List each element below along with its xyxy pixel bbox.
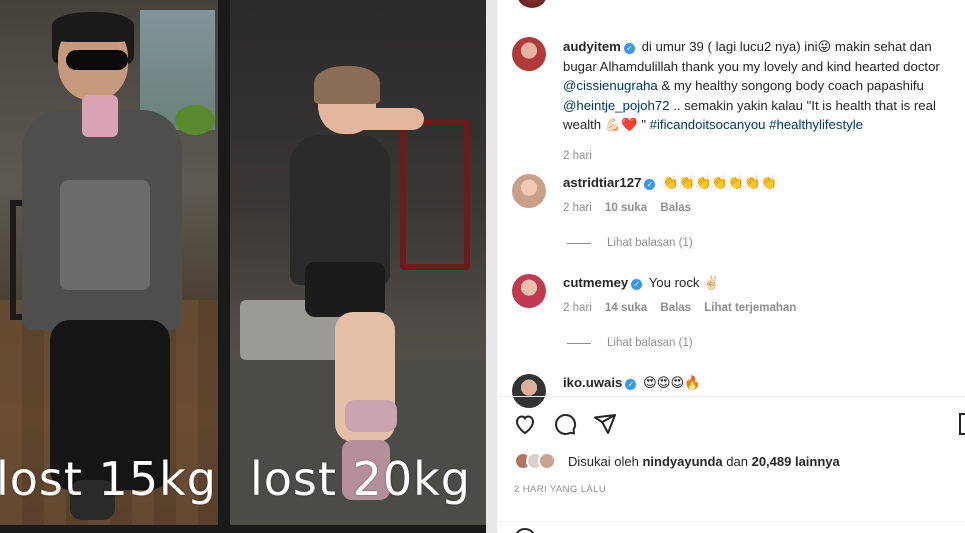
comment-item: cutmemey ✓ You rock ✌🏻 2 hari 14 suka Bal… xyxy=(512,274,962,314)
avatar xyxy=(538,452,556,470)
action-icons xyxy=(512,411,618,437)
comment-username[interactable]: iko.uwais xyxy=(563,375,622,390)
bookmark-icon[interactable] xyxy=(959,413,965,435)
caption-emoji: 💪🏻❤️ xyxy=(604,117,638,133)
verified-icon: ✓ xyxy=(644,179,656,190)
likes-prefix: Disukai oleh xyxy=(568,453,639,469)
view-replies[interactable]: Lihat balasan (1) xyxy=(567,237,693,249)
mention-link[interactable]: @heintje_pojoh72 xyxy=(563,98,670,113)
heart-icon[interactable] xyxy=(512,411,538,437)
view-replies[interactable]: Lihat balasan (1) xyxy=(567,337,693,349)
likes-count[interactable]: 20,489 lainnya xyxy=(752,454,840,469)
verified-icon: ✓ xyxy=(623,43,635,54)
comment-time[interactable]: 2 hari xyxy=(563,202,592,214)
after-caption: lost 20kg xyxy=(250,452,471,506)
before-photo xyxy=(0,0,218,525)
caption-segment: & my healthy songong body coach papashif… xyxy=(657,78,924,94)
post-date[interactable]: 2 HARI YANG LALU xyxy=(514,484,606,495)
replies-line xyxy=(567,342,591,344)
media-edge xyxy=(486,0,497,533)
hair-top xyxy=(52,12,134,42)
replies-line xyxy=(567,242,591,244)
likes-summary: Disukai oleh nindyayunda dan 20,489 lain… xyxy=(514,452,840,470)
author-username[interactable]: audyitem xyxy=(563,39,621,54)
comments-panel: audyitem ✓ di umur 39 ( lagi lucu2 nya) i… xyxy=(497,0,965,533)
hashtag-link[interactable]: #healthylifestyle xyxy=(769,117,863,132)
comment-username[interactable]: cutmemey xyxy=(563,275,628,290)
action-bar: Disukai oleh nindyayunda dan 20,489 lain… xyxy=(497,396,965,533)
view-replies-label[interactable]: Lihat balasan (1) xyxy=(607,237,693,249)
comment-likes[interactable]: 10 suka xyxy=(605,202,647,214)
hair xyxy=(314,66,380,104)
likes-and: dan xyxy=(726,453,748,469)
verified-icon: ✓ xyxy=(631,279,643,290)
translate-button[interactable]: Lihat terjemahan xyxy=(704,302,796,314)
caption-emoji: 😜 xyxy=(817,39,832,54)
share-icon[interactable] xyxy=(592,411,618,437)
comment-meta: 2 hari 14 suka Balas Lihat terjemahan xyxy=(563,302,796,314)
verified-icon: ✓ xyxy=(625,379,637,390)
comment-username[interactable]: astridtiar127 xyxy=(563,175,641,190)
comment-text: 😍😍😍🔥 xyxy=(643,375,701,390)
shorts xyxy=(305,262,385,317)
comment-text: You rock ✌🏻 xyxy=(648,275,720,290)
reply-button[interactable]: Balas xyxy=(660,302,691,314)
phone xyxy=(82,95,118,137)
caption-segment: di umur 39 ( lagi lucu2 nya) ini xyxy=(641,39,818,54)
shoe xyxy=(345,400,397,432)
add-comment-bar[interactable] xyxy=(497,521,965,533)
liker-username[interactable]: nindyayunda xyxy=(642,454,722,469)
reply-button[interactable]: Balas xyxy=(660,202,691,214)
avatar[interactable] xyxy=(512,174,546,208)
hashtag-link[interactable]: #ificandoitsocanyou xyxy=(650,117,766,132)
header-avatar[interactable] xyxy=(517,0,547,8)
photo-divider xyxy=(218,0,230,533)
arm xyxy=(352,108,424,130)
comment-text: 👏👏👏👏👏👏👏 xyxy=(662,175,778,190)
comment-likes[interactable]: 14 suka xyxy=(605,302,647,314)
post-caption: audyitem ✓ di umur 39 ( lagi lucu2 nya) i… xyxy=(512,37,962,167)
liker-avatars[interactable] xyxy=(514,452,556,470)
smile-icon[interactable] xyxy=(514,528,536,533)
before-caption: lost 15kg xyxy=(0,452,217,506)
comment-item: astridtiar127 ✓ 👏👏👏👏👏👏👏 2 hari 10 suka Ba… xyxy=(512,174,962,214)
caption-segment: " xyxy=(637,117,650,133)
post-media[interactable]: lost 15kg lost 20kg xyxy=(0,0,497,533)
avatar[interactable] xyxy=(512,37,546,71)
comment-time[interactable]: 2 hari xyxy=(563,302,592,314)
comment-icon[interactable] xyxy=(552,411,578,437)
comment-meta: 2 hari 10 suka Balas xyxy=(563,202,777,214)
shirt-print xyxy=(60,180,150,290)
post-time[interactable]: 2 hari xyxy=(563,147,961,167)
after-photo xyxy=(230,0,486,525)
mention-link[interactable]: @cissienugraha xyxy=(563,78,658,93)
avatar[interactable] xyxy=(512,274,546,308)
media-bottom-bar xyxy=(0,525,486,533)
view-replies-label[interactable]: Lihat balasan (1) xyxy=(607,337,693,349)
gym-rack xyxy=(400,120,470,270)
sunglasses xyxy=(66,50,128,70)
plant xyxy=(175,105,215,135)
